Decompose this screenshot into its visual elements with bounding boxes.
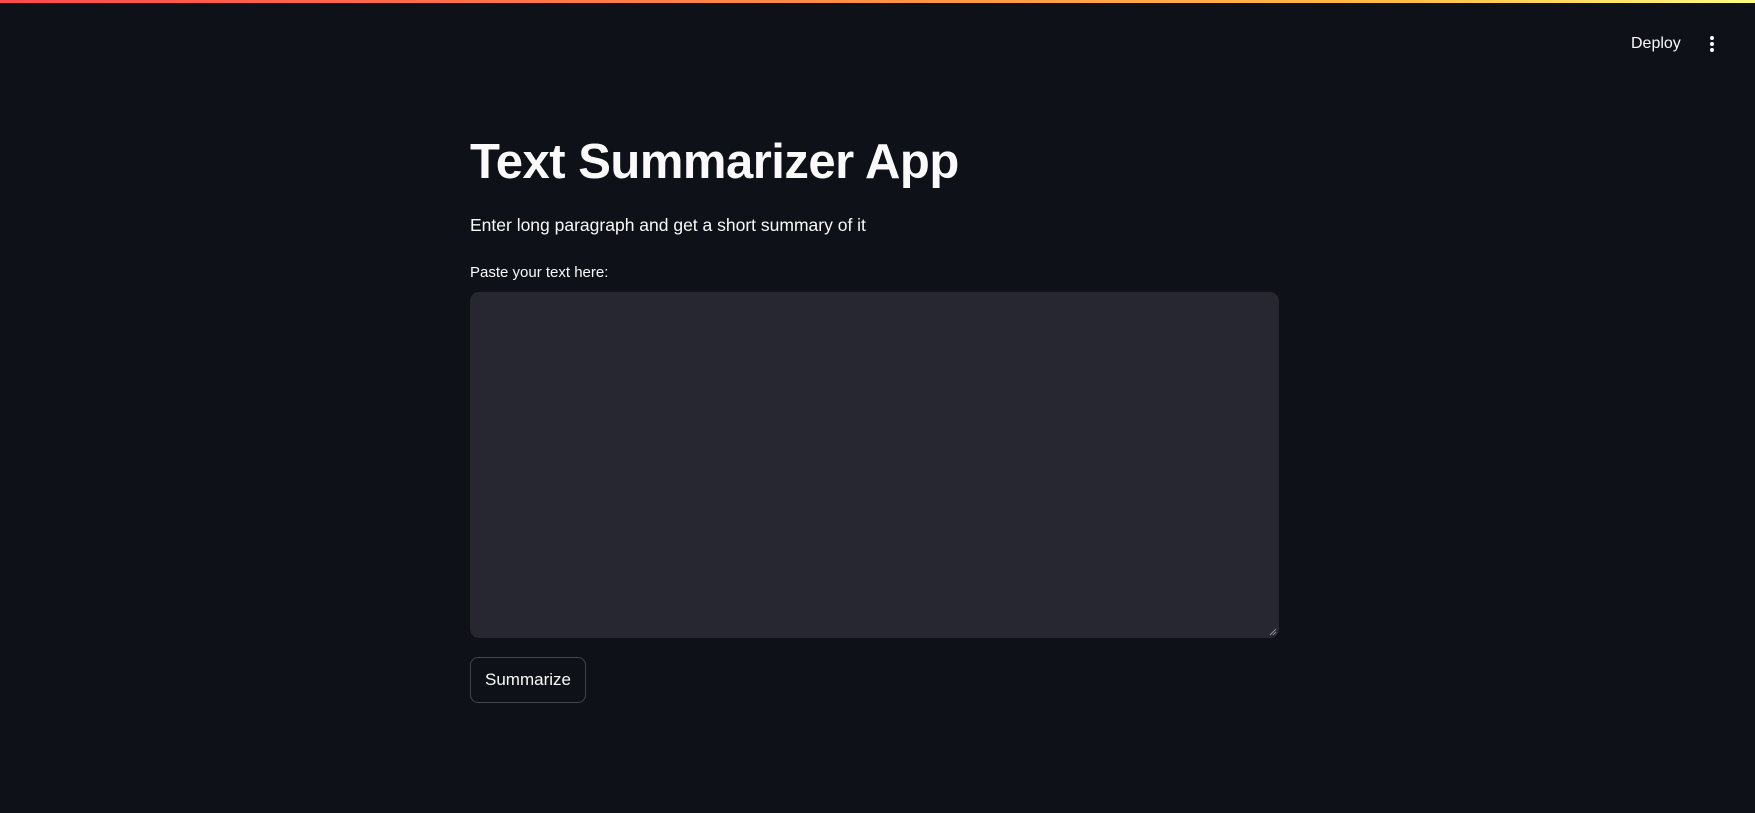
- vertical-ellipsis-icon: [1710, 36, 1714, 52]
- page-title: Text Summarizer App: [470, 135, 959, 189]
- main-menu-button[interactable]: [1695, 27, 1729, 61]
- text-input-container: [470, 292, 1279, 638]
- page-subtitle: Enter long paragraph and get a short sum…: [470, 215, 866, 235]
- app-header: Deploy: [0, 3, 1755, 79]
- resize-handle-icon[interactable]: [1267, 626, 1277, 636]
- deploy-button[interactable]: Deploy: [1615, 27, 1697, 61]
- text-input-area[interactable]: [470, 292, 1279, 638]
- summarize-button[interactable]: Summarize: [470, 657, 586, 703]
- text-input-label: Paste your text here:: [470, 264, 609, 281]
